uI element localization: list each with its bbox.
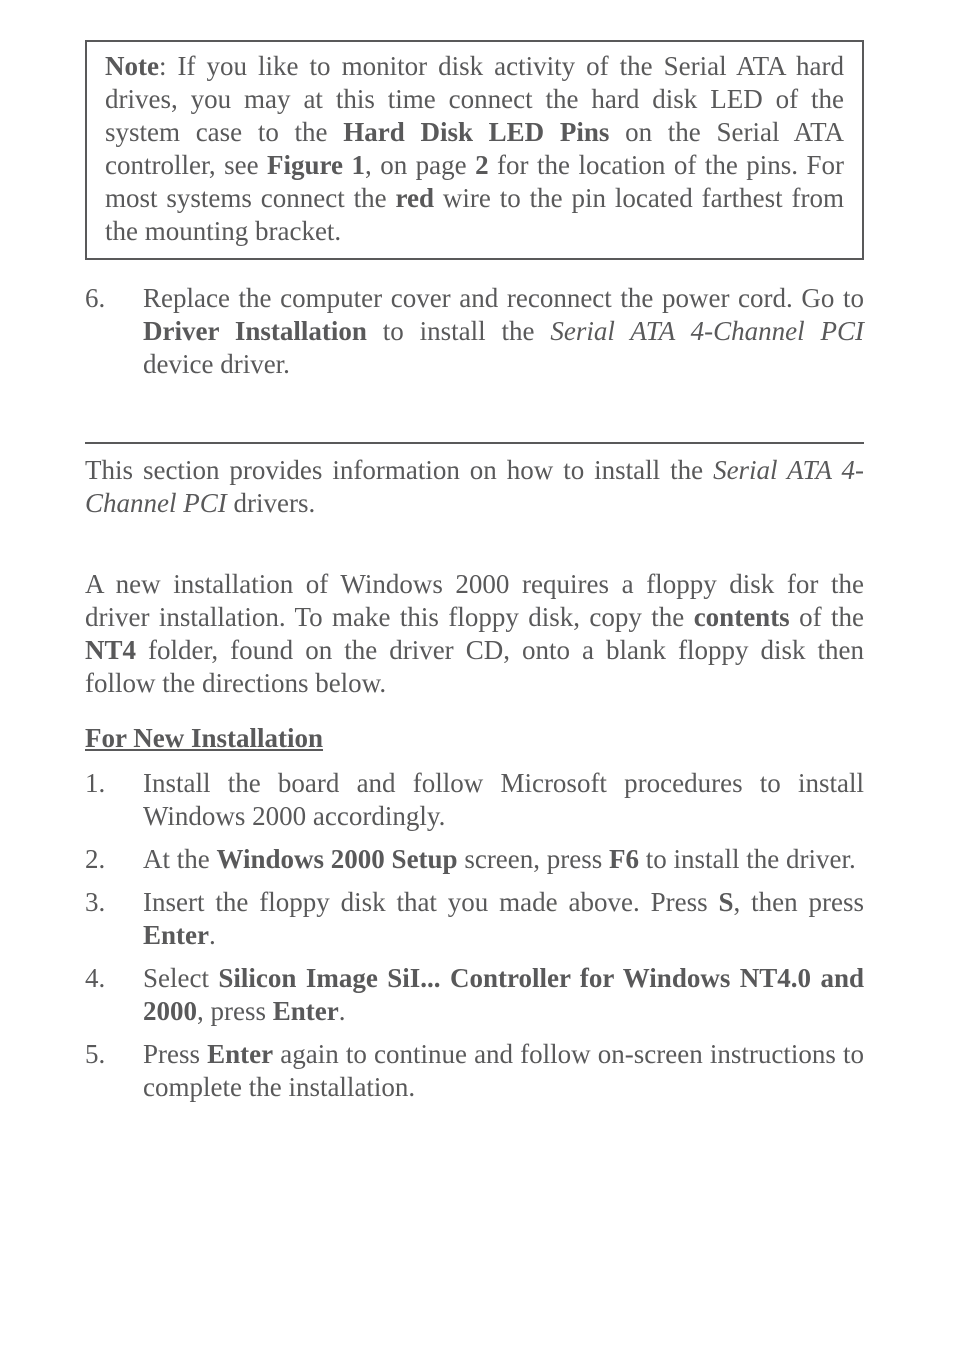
t: screen, press	[458, 844, 609, 874]
list-item: 2. At the Windows 2000 Setup screen, pre…	[85, 843, 864, 876]
item-number: 6.	[85, 282, 143, 381]
t: device driver.	[143, 349, 290, 379]
t: NT4	[85, 635, 136, 665]
t: Enter	[207, 1039, 273, 1069]
t: red	[395, 183, 434, 213]
item-text: Replace the computer cover and reconnect…	[143, 282, 864, 381]
t: , press	[197, 996, 273, 1026]
t: S	[718, 887, 733, 917]
item-text: Select Silicon Image SiI... Controller f…	[143, 962, 864, 1028]
item-text: Insert the floppy disk that you made abo…	[143, 886, 864, 952]
item-text: Install the board and follow Microsoft p…	[143, 767, 864, 833]
item-number: 4.	[85, 962, 143, 1028]
list-item: 4. Select Silicon Image SiI... Controlle…	[85, 962, 864, 1028]
list-item: 5. Press Enter again to continue and fol…	[85, 1038, 864, 1104]
section-divider	[85, 442, 864, 444]
t: Replace the computer cover and reconnect…	[143, 283, 864, 313]
t: , on page	[365, 150, 475, 180]
t: Insert the floppy disk that you made abo…	[143, 887, 718, 917]
list-item-6: 6. Replace the computer cover and reconn…	[85, 282, 864, 381]
item-number: 3.	[85, 886, 143, 952]
item-number: 1.	[85, 767, 143, 833]
t: Select	[143, 963, 218, 993]
t: Enter	[143, 920, 209, 950]
note-label: Note	[105, 51, 159, 81]
t: Windows 2000 Setup	[217, 844, 458, 874]
t: Hard Disk LED Pins	[343, 117, 609, 147]
subsection-heading: For New Installation	[85, 722, 864, 755]
t: drivers.	[227, 488, 315, 518]
t: Press	[143, 1039, 207, 1069]
t: F6	[609, 844, 639, 874]
item-text: At the Windows 2000 Setup screen, press …	[143, 843, 864, 876]
t: to install the driver.	[639, 844, 856, 874]
t: of the	[790, 602, 864, 632]
t: to install the	[367, 316, 551, 346]
list-item: 3. Insert the floppy disk that you made …	[85, 886, 864, 952]
t: Driver Installation	[143, 316, 367, 346]
document-page: Note: If you like to monitor disk activi…	[0, 0, 954, 1363]
t: At the	[143, 844, 217, 874]
list-item: 1. Install the board and follow Microsof…	[85, 767, 864, 833]
t: Enter	[273, 996, 339, 1026]
t: Serial ATA 4-Channel PCI	[550, 316, 864, 346]
t: This section provides information on how…	[85, 455, 713, 485]
t: .	[339, 996, 346, 1026]
t: , then press	[734, 887, 864, 917]
continued-list: 6. Replace the computer cover and reconn…	[85, 282, 864, 381]
item-text: Press Enter again to continue and follow…	[143, 1038, 864, 1104]
t: folder, found on the driver CD, onto a b…	[85, 635, 864, 698]
t: .	[209, 920, 216, 950]
t: 2	[475, 150, 489, 180]
item-number: 5.	[85, 1038, 143, 1104]
paragraph: This section provides information on how…	[85, 454, 864, 520]
item-number: 2.	[85, 843, 143, 876]
paragraph: A new installation of Windows 2000 requi…	[85, 568, 864, 700]
t: Figure 1	[267, 150, 365, 180]
note-box: Note: If you like to monitor disk activi…	[85, 40, 864, 260]
steps-list: 1. Install the board and follow Microsof…	[85, 767, 864, 1103]
note-text: Note: If you like to monitor disk activi…	[105, 51, 844, 246]
t: contents	[694, 602, 790, 632]
